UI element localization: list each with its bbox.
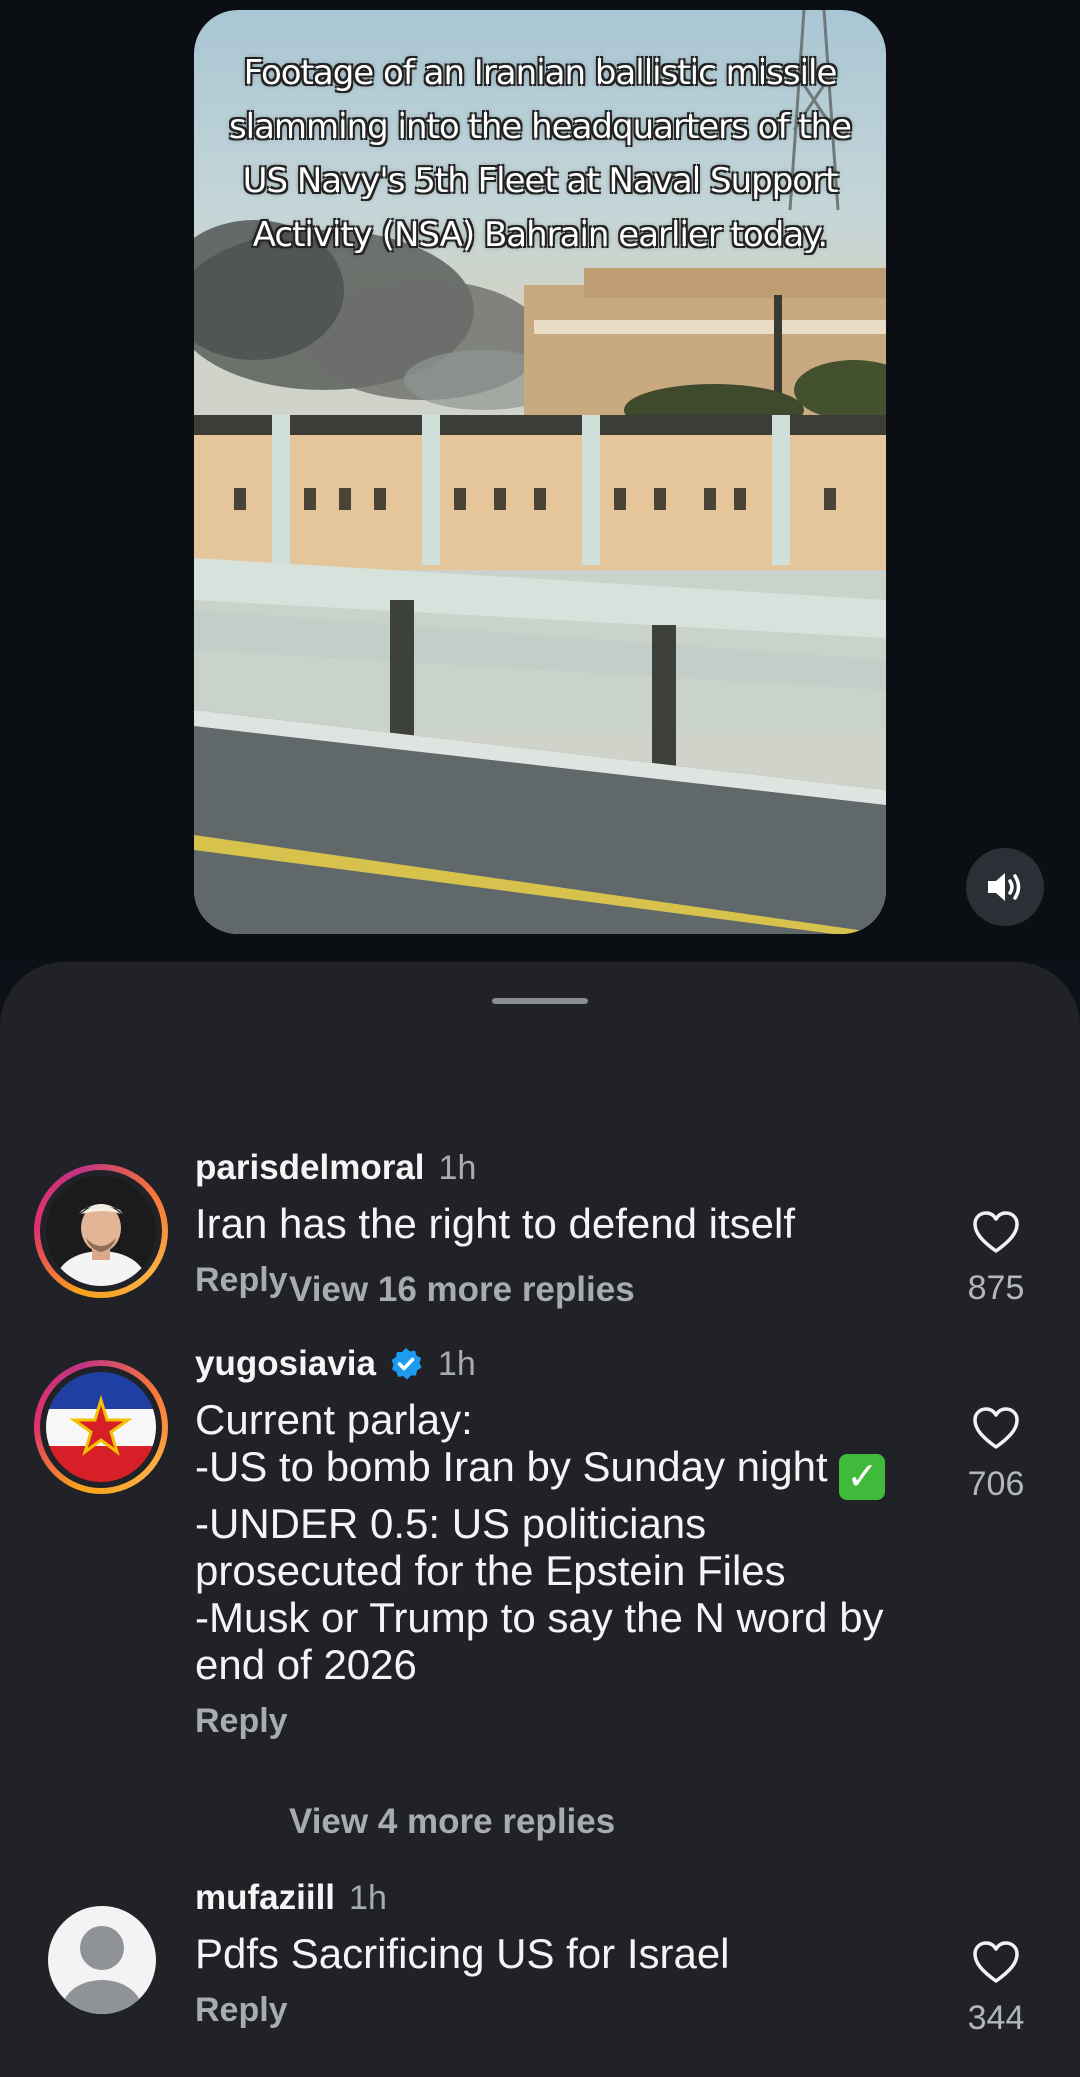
video-area: Footage of an Iranian ballistic missile … [0, 0, 1080, 960]
comments-sheet: parisdelmoral 1h Iran has the right to d… [0, 962, 1080, 2077]
drag-handle[interactable] [492, 998, 588, 1004]
comment-time: 1h [437, 1344, 476, 1383]
reels-screen: Footage of an Iranian ballistic missile … [0, 0, 1080, 2077]
like-button[interactable]: 875 [946, 1210, 1046, 1308]
check-mark-button-emoji: ✓ [839, 1454, 886, 1500]
like-count: 706 [967, 1465, 1025, 1503]
heart-outline-icon [973, 1211, 1019, 1253]
comment-text: Iran has the right to defend itself [195, 1200, 796, 1247]
comment-username[interactable]: parisdelmoral [195, 1148, 425, 1188]
comment-text: Pdfs Sacrificing US for Israel [195, 1930, 730, 1977]
speaker-on-icon [988, 873, 1021, 901]
heart-outline-icon [973, 1941, 1019, 1983]
avatar[interactable] [34, 1164, 168, 1298]
like-button[interactable]: 706 [946, 1406, 1046, 1504]
comment-text-line: -Musk or Trump to say the N word by end … [195, 1594, 884, 1688]
comment-username[interactable]: mufaziill [195, 1878, 335, 1918]
video-player[interactable]: Footage of an Iranian ballistic missile … [194, 10, 886, 934]
view-replies-button[interactable]: View 16 more replies [289, 1270, 635, 1310]
comment-text-line: -UNDER 0.5: US politicians prosecuted fo… [195, 1500, 786, 1594]
like-button[interactable]: 344 [946, 1940, 1046, 2038]
sound-toggle-button[interactable] [966, 848, 1044, 926]
like-count: 875 [967, 1269, 1025, 1307]
like-count: 344 [967, 1999, 1025, 2037]
comment-text-line: -US to bomb Iran by Sunday night [195, 1443, 828, 1490]
comment-username[interactable]: yugosiavia [195, 1344, 376, 1384]
comment-text-line: Current parlay: [195, 1396, 473, 1443]
reply-button[interactable]: Reply [195, 1702, 925, 1741]
reply-button[interactable]: Reply [195, 1991, 925, 2030]
default-avatar-icon [62, 1926, 142, 2014]
avatar-image [46, 1372, 156, 1482]
comment-text: Current parlay: -US to bomb Iran by Sund… [195, 1396, 925, 1688]
video-caption: Footage of an Iranian ballistic missile … [228, 53, 852, 255]
verified-badge-icon [388, 1346, 424, 1382]
avatar[interactable] [48, 1906, 156, 2014]
heart-outline-icon [973, 1407, 1019, 1449]
avatar[interactable] [34, 1360, 168, 1494]
comment-time: 1h [349, 1878, 387, 1917]
avatar-image [46, 1176, 156, 1286]
view-replies-button[interactable]: View 4 more replies [289, 1802, 615, 1842]
comment-time: 1h [438, 1148, 477, 1187]
